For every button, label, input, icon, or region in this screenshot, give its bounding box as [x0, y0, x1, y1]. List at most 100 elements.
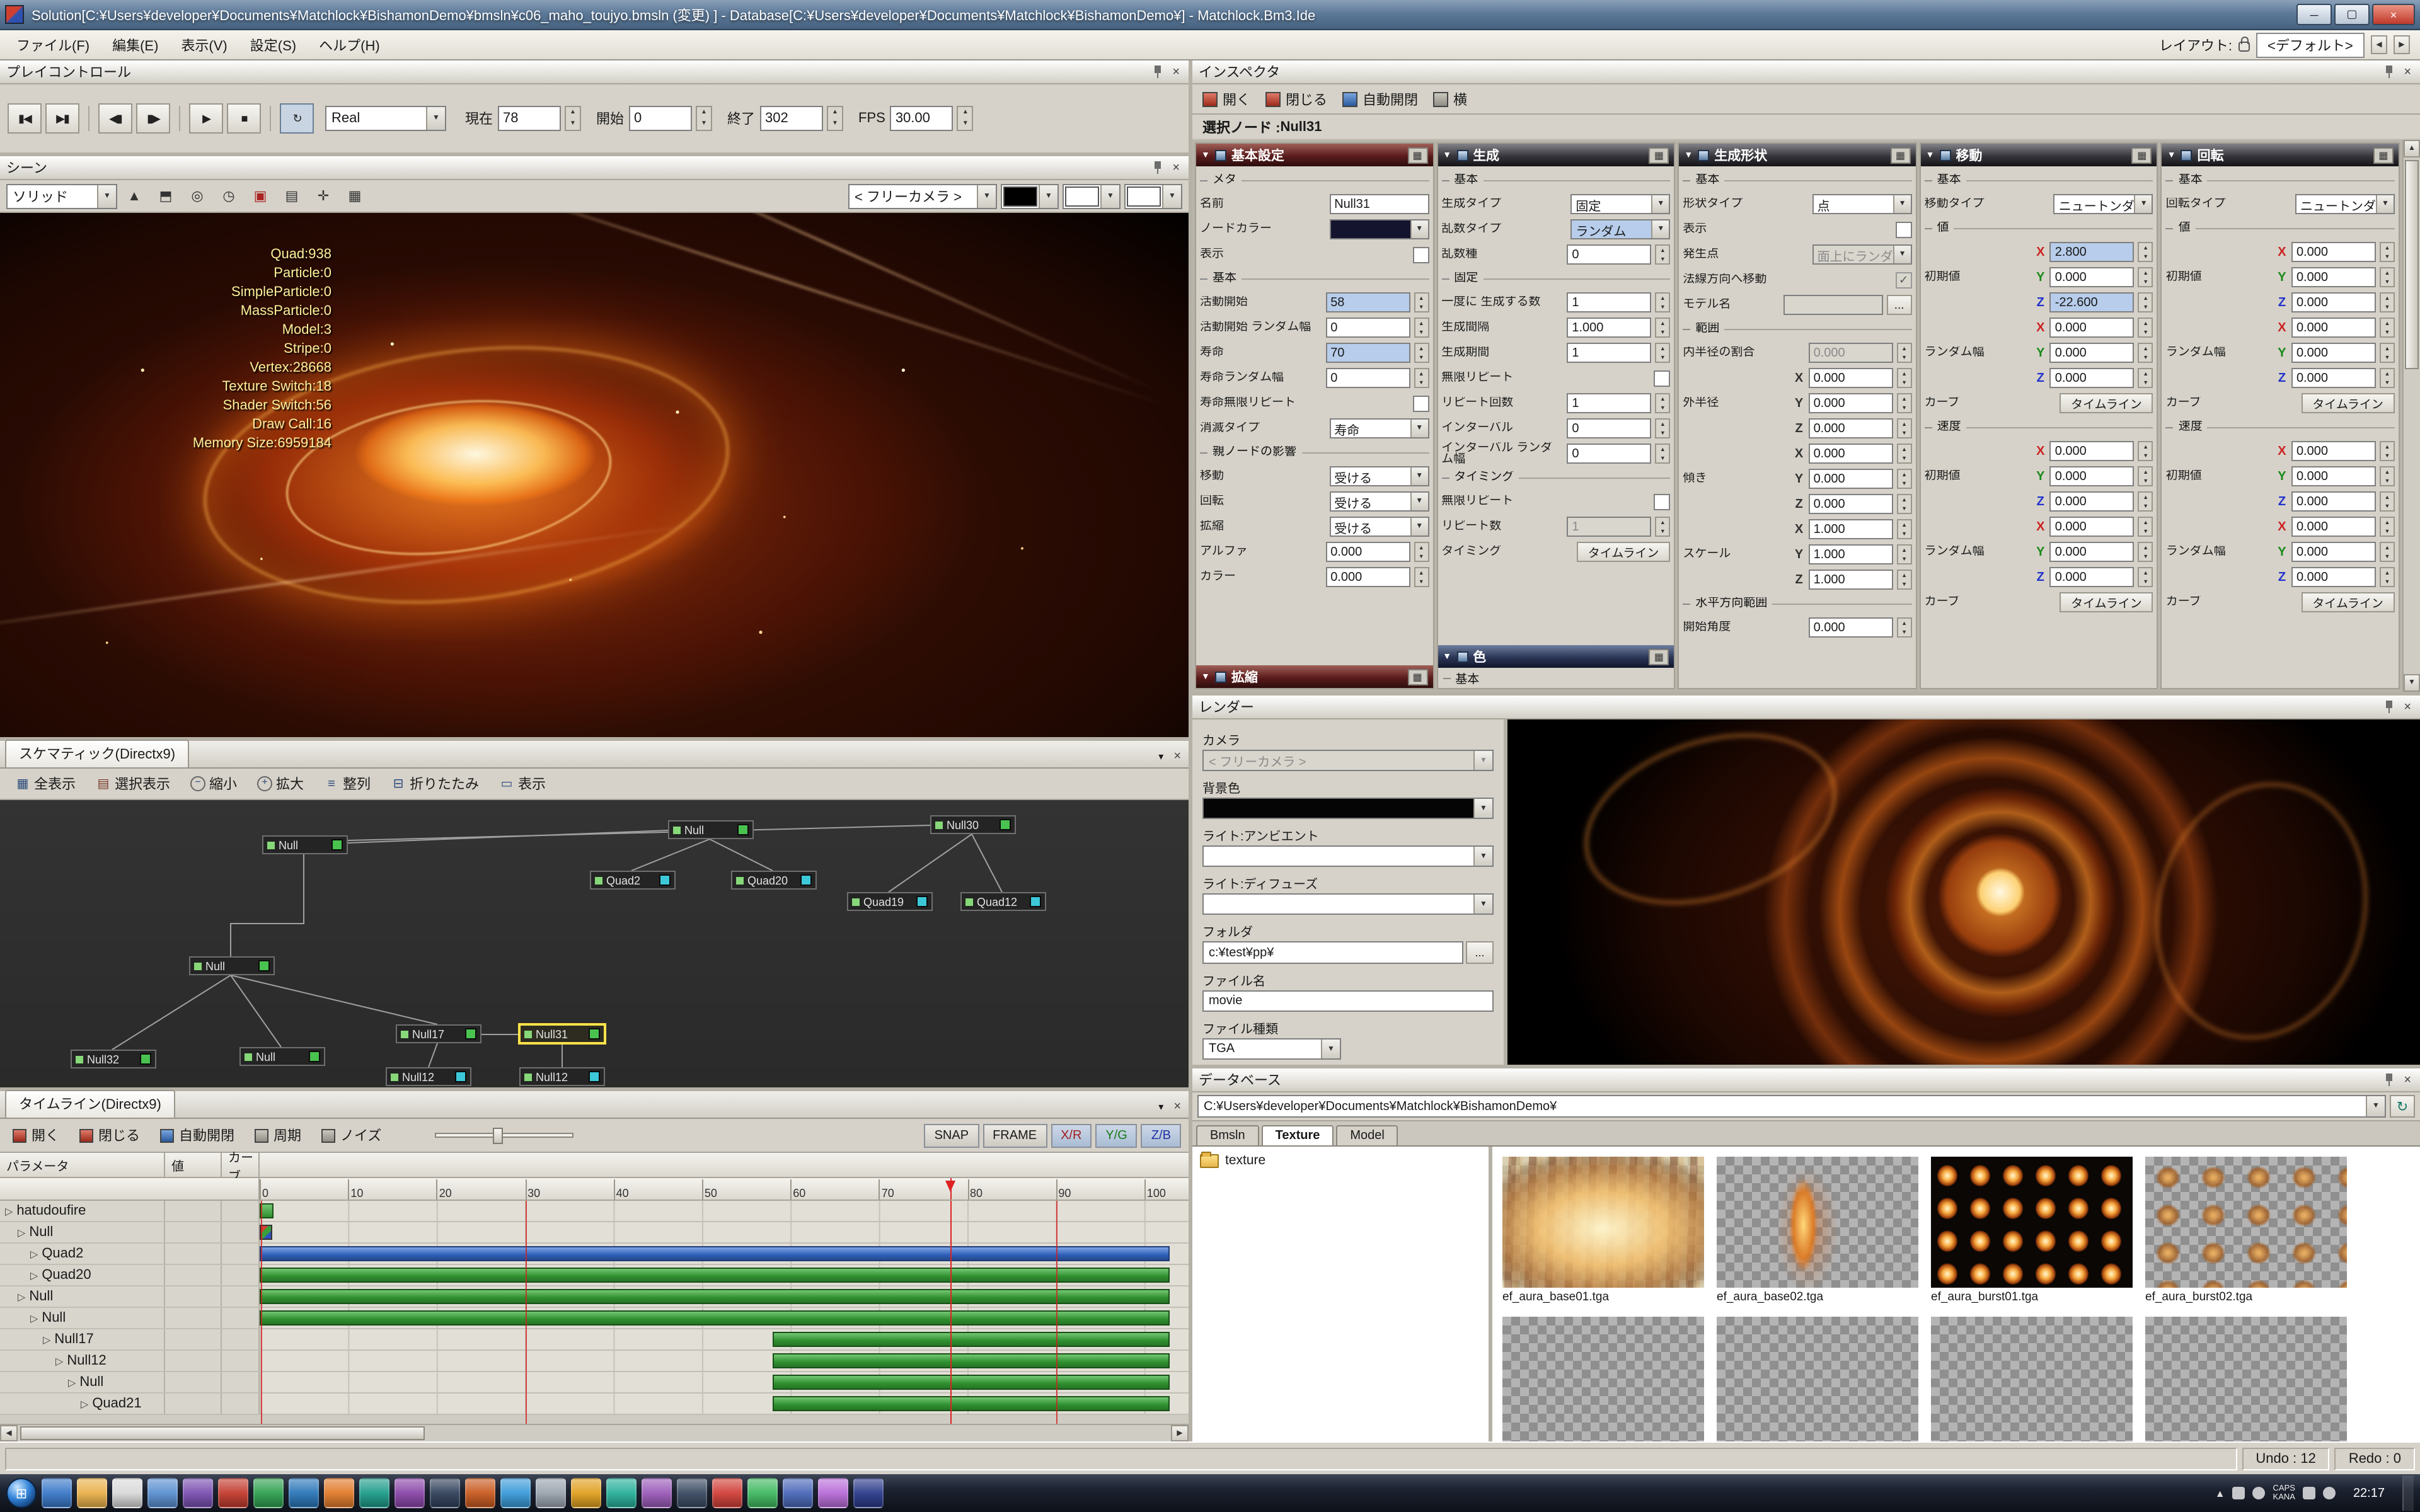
expand-arrow-icon[interactable]: ▷: [30, 1269, 38, 1281]
row-value-box[interactable]: 58 ▼: [1325, 292, 1410, 312]
timeline-bar[interactable]: [773, 1375, 1170, 1390]
play-mode-combo[interactable]: Real ▼: [325, 106, 446, 131]
graph-button[interactable]: ▦: [2373, 147, 2394, 163]
spinner[interactable]: ▲▼: [1414, 368, 1429, 388]
row-checkbox[interactable]: [1654, 370, 1670, 386]
timeline-tool-button[interactable]: 開く: [8, 1123, 64, 1148]
texture-item[interactable]: ef_aura_burst01.tga: [1931, 1157, 2133, 1304]
texture-thumbnail[interactable]: [1502, 1157, 1704, 1288]
row-value-box[interactable]: Null31 ▼: [1329, 194, 1429, 214]
fit-view-icon[interactable]: ✛: [309, 183, 338, 209]
schematic-tool-button[interactable]: 全表示: [6, 770, 84, 798]
schematic-tool-button[interactable]: 拡大: [248, 770, 313, 798]
inspector-section-header[interactable]: ▼ 生成 ▦: [1438, 144, 1674, 166]
timeline-bar[interactable]: [260, 1310, 1170, 1326]
taskbar-app-icon[interactable]: [253, 1478, 284, 1508]
taskbar-app-icon[interactable]: [712, 1478, 742, 1508]
chevron-down-icon[interactable]: ▼: [1473, 847, 1492, 866]
row-track[interactable]: [260, 1201, 1189, 1221]
slider-thumb[interactable]: [493, 1128, 503, 1144]
menu-item[interactable]: 表示(V): [170, 31, 238, 59]
expand-arrow-icon[interactable]: ▷: [55, 1355, 63, 1366]
show-desktop-button[interactable]: [2402, 1475, 2414, 1511]
toggle-button[interactable]: FRAME: [982, 1123, 1047, 1147]
texture-item[interactable]: ef_aura_burst02.tga: [2145, 1157, 2347, 1304]
spinner[interactable]: ▲▼: [1655, 418, 1670, 438]
tray-expand-icon[interactable]: ▲: [2215, 1487, 2225, 1499]
toggle-button[interactable]: SNAP: [925, 1123, 979, 1147]
timeline-bar[interactable]: [773, 1396, 1170, 1411]
refresh-icon[interactable]: ↻: [2390, 1095, 2415, 1118]
texture-thumbnail[interactable]: [1717, 1157, 1918, 1288]
spinner[interactable]: ▲▼: [1655, 318, 1670, 338]
spinner[interactable]: ▲▼: [696, 106, 712, 131]
inspector-tool-button[interactable]: 閉じる: [1265, 89, 1327, 109]
bg-color-combo[interactable]: ▼: [1001, 183, 1059, 209]
spinner[interactable]: ▲▼: [2380, 267, 2395, 287]
taskbar-app-icon[interactable]: [783, 1478, 813, 1508]
expand-arrow-icon[interactable]: ▷: [30, 1248, 38, 1259]
database-tab[interactable]: Bmsln: [1196, 1125, 1259, 1145]
dropdown-arrow-icon[interactable]: ▼: [1410, 467, 1427, 485]
pin-icon[interactable]: [2383, 1073, 2396, 1087]
color-combo-2[interactable]: ▼: [1124, 183, 1182, 209]
play-button[interactable]: ▶: [189, 103, 223, 134]
chevron-down-icon[interactable]: ▼: [1321, 1040, 1340, 1058]
texture-thumbnail[interactable]: [1931, 1157, 2133, 1288]
spinner[interactable]: ▲▼: [2138, 517, 2153, 537]
pin-icon[interactable]: [2383, 65, 2396, 79]
spinner[interactable]: ▲▼: [2380, 517, 2395, 537]
perspective-icon[interactable]: ▲: [120, 183, 149, 209]
spinner[interactable]: ▲▼: [2380, 368, 2395, 388]
graph-button[interactable]: ▦: [1407, 668, 1427, 685]
path-input[interactable]: C:¥Users¥developer¥Documents¥Matchlock¥B…: [1197, 1095, 2386, 1118]
inspector-vscrollbar[interactable]: ▲ ▼: [2402, 140, 2420, 692]
row-value-box[interactable]: 0.000 ▼: [2050, 267, 2135, 287]
graph-node[interactable]: Null32: [71, 1050, 156, 1068]
taskbar-app-icon[interactable]: [465, 1478, 495, 1508]
row-value-box[interactable]: 1.000 ▼: [1809, 519, 1893, 539]
schematic-tool-button[interactable]: 整列: [315, 770, 379, 798]
spinner[interactable]: ▲▼: [2380, 242, 2395, 262]
graph-node[interactable]: Quad20: [731, 871, 817, 890]
spinner[interactable]: ▲▼: [1897, 343, 1912, 363]
expand-arrow-icon[interactable]: ▷: [68, 1377, 76, 1388]
chevron-down-icon[interactable]: ▾: [1158, 1101, 1163, 1113]
taskbar-app-icon[interactable]: [289, 1478, 319, 1508]
step-forward-button[interactable]: ▮▶: [136, 103, 170, 134]
inspector-section-header[interactable]: ▼ 基本設定 ▦: [1196, 144, 1432, 166]
timeline-row[interactable]: ▷ Null: [0, 1372, 1189, 1394]
menu-item[interactable]: 編集(E): [101, 31, 170, 59]
spinner[interactable]: ▲▼: [2138, 242, 2153, 262]
timeline-hscrollbar[interactable]: ◀ ▶: [0, 1424, 1189, 1441]
row-value-box[interactable]: 0.000 ▼: [2050, 368, 2135, 388]
graph-button[interactable]: ▦: [1649, 147, 1669, 163]
row-value-box[interactable]: 受ける ▼: [1329, 517, 1429, 537]
schematic-canvas[interactable]: Null Null Null: [0, 800, 1189, 1087]
dropdown-arrow-icon[interactable]: ▼: [1410, 420, 1427, 437]
spinner[interactable]: ▲▼: [2138, 441, 2153, 461]
spinner[interactable]: ▲▼: [1897, 519, 1912, 539]
row-value-box[interactable]: 0.000 ▼: [1325, 542, 1410, 562]
spinner[interactable]: ▲▼: [1897, 617, 1912, 638]
chevron-down-icon[interactable]: ▼: [1473, 895, 1492, 914]
timeline-node-label[interactable]: ▷ Quad21: [0, 1394, 165, 1414]
timeline-node-label[interactable]: ▷ Null17: [0, 1329, 165, 1349]
row-value-box[interactable]: 面上にランダム ▼: [1812, 244, 1912, 265]
layout-value[interactable]: <デフォルト>: [2256, 32, 2365, 57]
row-value-box[interactable]: 0.000 ▼: [2291, 318, 2376, 338]
dropdown-arrow-icon[interactable]: ▼: [1893, 246, 1911, 263]
field-input[interactable]: 0: [629, 106, 692, 131]
scrollbar-thumb[interactable]: [20, 1426, 424, 1440]
texture-thumbnail[interactable]: [1717, 1317, 1918, 1441]
row-value-box[interactable]: 0.000 ▼: [1809, 343, 1893, 363]
minimize-button[interactable]: ─: [2296, 4, 2332, 25]
row-value-box[interactable]: 0.000 ▼: [2050, 542, 2135, 562]
diffuse-light-combo[interactable]: ▼: [1202, 893, 1494, 915]
scroll-left-button[interactable]: ◀: [0, 1425, 18, 1441]
inspector-section-header[interactable]: ▼ 拡縮 ▦: [1196, 665, 1432, 688]
spinner[interactable]: ▲▼: [1414, 292, 1429, 312]
spinner[interactable]: ▲▼: [1897, 494, 1912, 514]
row-track[interactable]: [260, 1222, 1189, 1242]
texture-item[interactable]: ef_aura_base02.tga: [1717, 1157, 1918, 1304]
